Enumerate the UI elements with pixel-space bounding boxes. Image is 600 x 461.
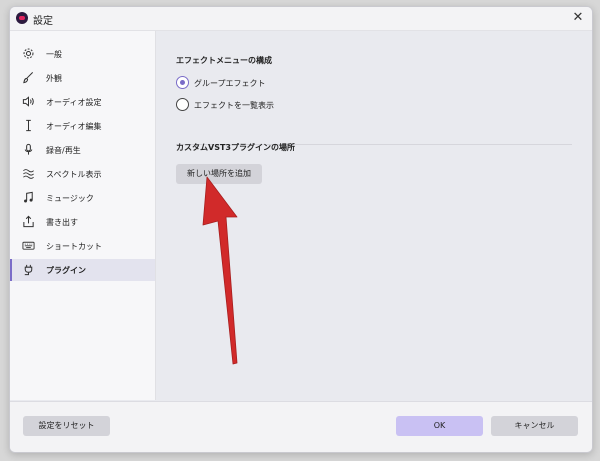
cancel-button[interactable]: キャンセル xyxy=(491,416,578,436)
gear-icon xyxy=(22,47,35,60)
brush-icon xyxy=(22,71,35,84)
sidebar-item-label: ミュージック xyxy=(46,194,94,203)
annotation-arrow-icon xyxy=(202,176,238,365)
sidebar-item-label: 一般 xyxy=(46,50,62,59)
window-title: 設定 xyxy=(33,16,53,27)
group-effects-label: グループエフェクト xyxy=(194,79,266,88)
sidebar-item-spectrum[interactable]: スペクトル表示 xyxy=(10,163,155,185)
sidebar-item-label: プラグイン xyxy=(46,266,86,275)
sidebar-item-label: スペクトル表示 xyxy=(46,170,102,179)
sidebar-item-appearance[interactable]: 外観 xyxy=(10,67,155,89)
vst3-location-title: カスタムVST3プラグインの場所 xyxy=(176,143,295,152)
text-cursor-icon xyxy=(22,119,35,132)
sidebar-item-label: 録音/再生 xyxy=(46,146,81,155)
dialog-footer: 設定をリセット OK キャンセル xyxy=(10,401,592,452)
sidebar-item-audio-settings[interactable]: オーディオ設定 xyxy=(10,91,155,113)
ok-button[interactable]: OK xyxy=(396,416,483,436)
sidebar-item-recording[interactable]: 録音/再生 xyxy=(10,139,155,161)
close-icon[interactable]: ✕ xyxy=(570,10,586,26)
sidebar-item-shortcuts[interactable]: ショートカット xyxy=(10,235,155,257)
sidebar-item-music[interactable]: ミュージック xyxy=(10,187,155,209)
spectrum-icon xyxy=(22,167,35,180)
export-icon xyxy=(22,215,35,228)
sidebar-item-export[interactable]: 書き出す xyxy=(10,211,155,233)
keyboard-icon xyxy=(22,239,35,252)
radio-selected-icon xyxy=(176,76,189,89)
music-note-icon xyxy=(22,191,35,204)
sidebar-item-label: オーディオ設定 xyxy=(46,98,102,107)
microphone-icon xyxy=(22,143,35,156)
sidebar-item-label: 外観 xyxy=(46,74,62,83)
plug-icon xyxy=(22,263,35,276)
settings-sidebar: 一般 外観 オーディオ設定 オーディオ編集 録音/再生 スペクトル表示 ミュージ… xyxy=(10,31,156,400)
title-bar: 設定 ✕ xyxy=(10,7,592,31)
sidebar-item-general[interactable]: 一般 xyxy=(10,43,155,65)
speaker-icon xyxy=(22,95,35,108)
sidebar-item-label: ショートカット xyxy=(46,242,102,251)
effects-menu-title: エフェクトメニューの構成 xyxy=(176,56,272,65)
sidebar-item-label: オーディオ編集 xyxy=(46,122,102,131)
list-effects-label: エフェクトを一覧表示 xyxy=(194,101,274,110)
settings-window: 設定 ✕ 一般 外観 オーディオ設定 オーディオ編集 録音/再生 スペクトル表示… xyxy=(9,6,593,453)
radio-unselected-icon xyxy=(176,98,189,111)
reset-settings-button[interactable]: 設定をリセット xyxy=(23,416,110,436)
app-logo-icon xyxy=(16,12,28,24)
sidebar-item-label: 書き出す xyxy=(46,218,78,227)
sidebar-item-plugins[interactable]: プラグイン xyxy=(10,259,155,281)
sidebar-item-audio-editing[interactable]: オーディオ編集 xyxy=(10,115,155,137)
